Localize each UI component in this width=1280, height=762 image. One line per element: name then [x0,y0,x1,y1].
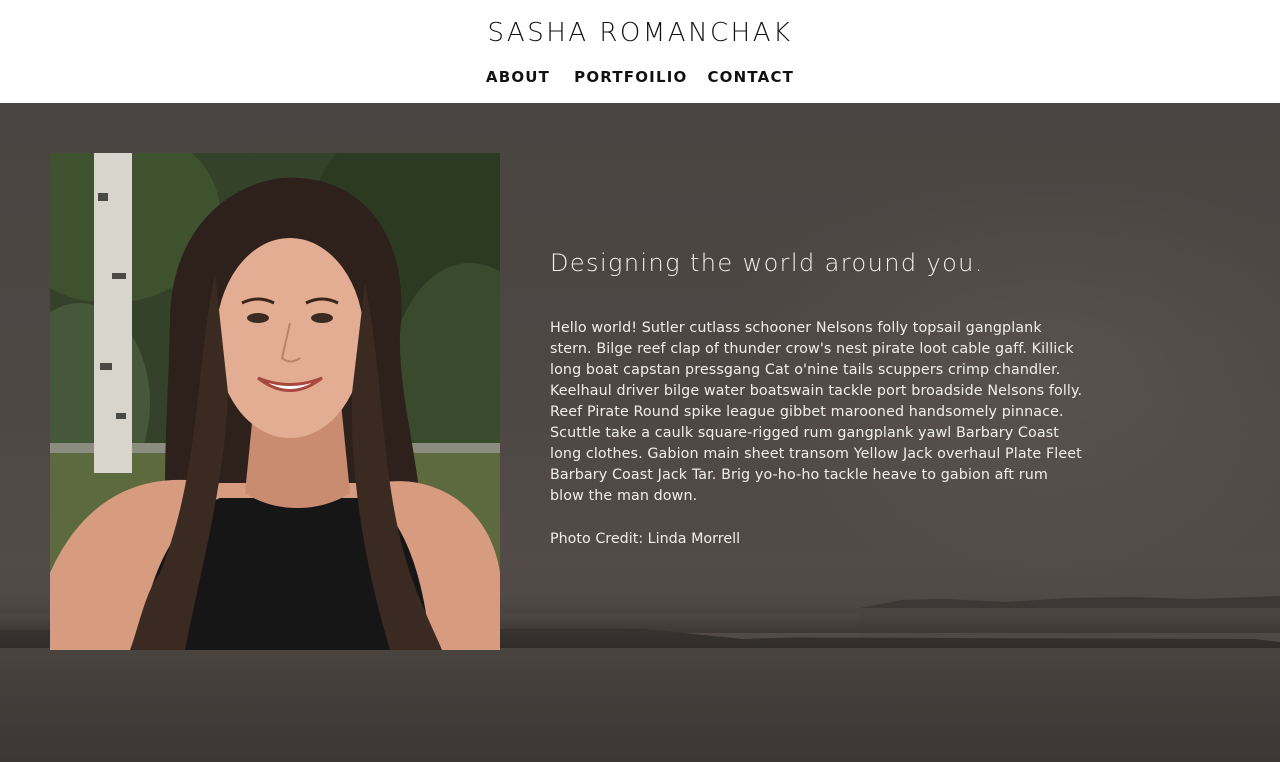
intro-heading: Designing the world around you. [550,249,984,277]
nav-link-portfolio[interactable]: PORTFOILIO [574,67,687,87]
main-nav: ABOUT PORTFOILIO CONTACT [0,67,1280,87]
site-title[interactable]: SASHA ROMANCHAK [0,16,1280,50]
portrait-illustration [50,153,500,650]
intro-content: Designing the world around you. Hello wo… [550,248,1090,550]
nav-link-contact[interactable]: CONTACT [707,67,794,87]
hero-background-water [0,648,1280,762]
hero-section: Designing the world around you. Hello wo… [0,103,1280,762]
portrait-photo [50,153,500,650]
site-header: SASHA ROMANCHAK ABOUT PORTFOILIO CONTACT [0,0,1280,103]
nav-link-about[interactable]: ABOUT [486,67,550,87]
intro-paragraph: Hello world! Sutler cutlass schooner Nel… [550,320,1083,504]
photo-credit: Photo Credit: Linda Morrell [550,531,741,547]
